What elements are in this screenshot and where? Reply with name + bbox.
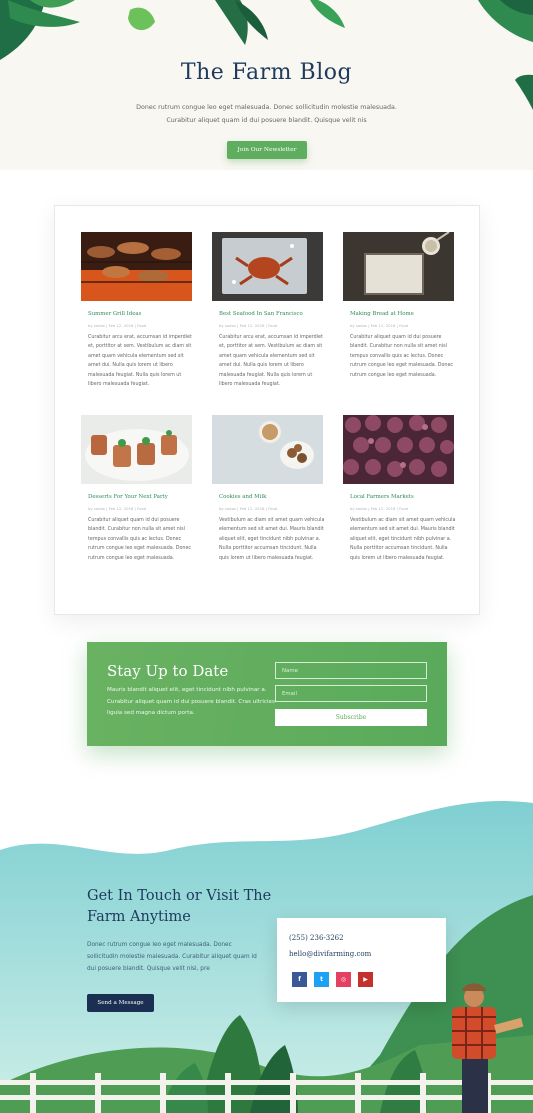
post-excerpt: Vestibulum ac diam sit amet quam vehicul…	[219, 518, 325, 561]
newsletter-text: Mauris blandit aliquet elit, eget tincid…	[107, 687, 275, 716]
post-card[interactable]: Making Bread at Home by sodos | Feb 12, …	[343, 232, 454, 380]
instagram-glyph: ◎	[340, 976, 347, 983]
facebook-glyph: f	[298, 976, 301, 983]
post-meta: by sodos | Feb 12, 2018 | Food	[88, 506, 147, 511]
phone-number[interactable]: (255) 236-3262	[289, 934, 344, 942]
post-meta: by sodos | Feb 12, 2018 | Food	[88, 323, 147, 328]
post-title[interactable]: Desserts For Your Next Party	[88, 494, 192, 500]
post-meta: by sodos | Feb 12, 2018 | Food	[350, 506, 409, 511]
youtube-glyph: ▶	[363, 976, 368, 983]
farm-scene-illustration	[0, 801, 533, 1113]
facebook-icon[interactable]: f	[292, 972, 307, 987]
post-excerpt: Curabitur aliquet quam id dui posuere bl…	[350, 335, 454, 378]
join-newsletter-button[interactable]: Join Our Newsletter	[227, 141, 307, 159]
youtube-icon[interactable]: ▶	[358, 972, 373, 987]
post-meta: by sodos | Feb 12, 2018 | Food	[219, 323, 278, 328]
post-card[interactable]: Desserts For Your Next Party by sodos | …	[81, 415, 192, 563]
figs-image[interactable]	[343, 415, 454, 484]
page-title: The Farm Blog	[180, 60, 353, 85]
grill-image[interactable]	[81, 232, 192, 301]
bread-image[interactable]	[343, 232, 454, 301]
contact-info-card: (255) 236-3262 hello@divifarming.com f t…	[277, 918, 446, 1002]
name-field[interactable]	[275, 662, 427, 679]
post-title[interactable]: Cookies and Milk	[219, 494, 323, 500]
contact-title: Get In Touch or Visit The Farm Anytime	[87, 888, 272, 925]
crab-image[interactable]	[212, 232, 323, 301]
contact-text: Donec rutrum congue leo eget malesuada. …	[87, 942, 257, 972]
post-excerpt: Curabitur arcu erat, accumsan id imperdi…	[88, 335, 192, 388]
newsletter-section: Stay Up to Date Mauris blandit aliquet e…	[87, 642, 447, 746]
post-card[interactable]: Local Farmers Markets by sodos | Feb 12,…	[343, 415, 456, 563]
desserts-image[interactable]	[81, 415, 192, 484]
email-field[interactable]	[275, 685, 427, 702]
post-title[interactable]: Making Bread at Home	[350, 311, 454, 317]
post-card[interactable]: Cookies and Milk by sodos | Feb 12, 2018…	[212, 415, 325, 563]
instagram-icon[interactable]: ◎	[336, 972, 351, 987]
post-excerpt: Vestibulum ac diam sit amet quam vehicul…	[350, 518, 456, 561]
post-title[interactable]: Local Farmers Markets	[350, 494, 454, 500]
blog-posts-grid: Summer Grill Ideas by sodos | Feb 12, 20…	[54, 205, 480, 615]
post-title[interactable]: Best Seafood In San Francisco	[219, 311, 323, 317]
post-meta: by sodos | Feb 12, 2018 | Food	[219, 506, 278, 511]
post-card[interactable]: Summer Grill Ideas by sodos | Feb 12, 20…	[81, 232, 192, 389]
twitter-icon[interactable]: t	[314, 972, 329, 987]
post-meta: by sodos | Feb 12, 2018 | Food	[350, 323, 409, 328]
hero-section: The Farm Blog Donec rutrum congue leo eg…	[0, 0, 533, 170]
twitter-glyph: t	[320, 976, 323, 983]
newsletter-title: Stay Up to Date	[107, 662, 229, 680]
send-message-button[interactable]: Send a Message	[87, 994, 154, 1012]
cookies-milk-image[interactable]	[212, 415, 323, 484]
post-title[interactable]: Summer Grill Ideas	[88, 311, 192, 317]
post-excerpt: Curabitur arcu erat, accumsan id imperdi…	[219, 335, 323, 388]
email-address[interactable]: hello@divifarming.com	[289, 950, 371, 958]
post-card[interactable]: Best Seafood In San Francisco by sodos |…	[212, 232, 323, 389]
subscribe-button[interactable]: Subscribe	[275, 709, 427, 726]
hero-subtitle: Donec rutrum congue leo eget malesuada. …	[136, 104, 397, 124]
post-excerpt: Curabitur aliquet quam id dui posuere bl…	[88, 518, 192, 561]
